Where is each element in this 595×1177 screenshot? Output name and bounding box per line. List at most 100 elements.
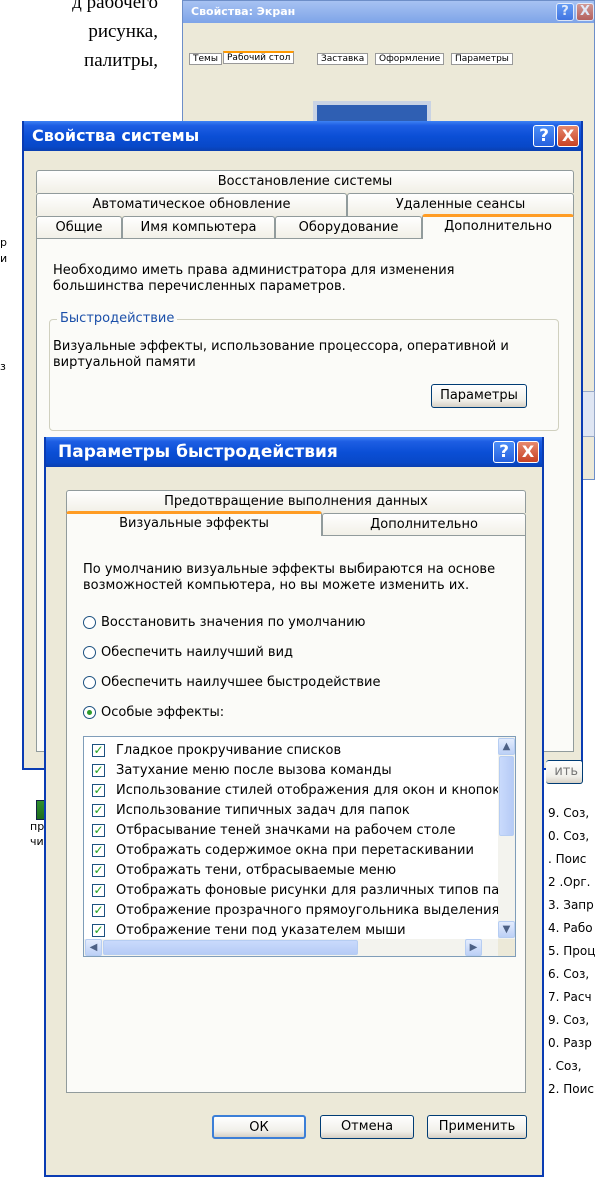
radio-label: Восстановить значения по умолчанию [101,615,366,630]
right-list-item: 5. Проц [548,944,595,958]
system-help-button[interactable]: ? [533,125,555,147]
screen-tab-appearance[interactable]: Оформление [375,53,445,65]
cancel-button[interactable]: Отмена [320,1115,414,1139]
effect-item[interactable]: ✓ Отображать фоновые рисунки для различн… [92,883,515,903]
doc-fragment-left-3: з [0,360,6,373]
effect-item[interactable]: ✓ Гладкое прокручивание списков [92,743,492,763]
ok-button[interactable]: ОК [212,1115,306,1139]
right-list-item: 2 .Орг. [548,875,591,889]
effect-item[interactable]: ✓ Отображать содержимое окна при перетас… [92,843,492,863]
tab-perf-advanced[interactable]: Дополнительно [322,513,526,536]
tab-remote-sessions[interactable]: Удаленные сеансы [347,193,574,216]
right-list-item: . Соз, [548,1059,582,1073]
screen-tab-settings[interactable]: Параметры [451,53,513,65]
right-list-item: 9. Соз, [548,806,590,820]
doc-right-list: 9. Соз, 0. Соз, . Поис 2 .Орг. 3. Запр 4… [548,802,595,1101]
radio-button[interactable] [83,616,96,629]
radio-button[interactable] [83,646,96,659]
effect-label: Отображать содержимое окна при перетаски… [116,843,474,858]
doc-line-3: палитры, [84,50,158,71]
system-close-button[interactable]: X [557,125,579,147]
radio-button-selected[interactable] [83,706,96,719]
radio-label: Обеспечить наилучший вид [101,645,294,660]
screen-tab-screensaver[interactable]: Заставка [317,53,369,65]
radio-label: Обеспечить наилучшее быстродействие [101,675,381,690]
effect-item[interactable]: ✓ Отображение прозрачного прямоугольника… [92,903,499,923]
right-list-item: . Поис [548,852,587,866]
vertical-scrollbar[interactable]: ▲ ▼ [498,737,515,939]
visual-effects-intro: По умолчанию визуальные эффекты выбирают… [83,562,496,593]
effect-checkbox[interactable]: ✓ [92,784,105,797]
effect-label: Использование типичных задач для папок [116,803,410,818]
right-list-item: 7. Расч [548,990,592,1004]
performance-options-titlebar: Параметры быстродействия [46,437,542,467]
effect-label: Отображение тени под указателем мыши [116,923,406,938]
tab-advanced[interactable]: Дополнительно [422,214,574,239]
performance-groupbox [49,319,559,431]
effect-checkbox[interactable]: ✓ [92,764,105,777]
effect-label: Отображать фоновые рисунки для различных… [116,883,516,898]
radio-option-best-performance[interactable]: Обеспечить наилучшее быстродействие [83,675,503,693]
scroll-left-button[interactable]: ◀ [85,939,102,956]
screen-tab-desktop[interactable]: Рабочий стол [223,51,295,64]
tab-computer-name[interactable]: Имя компьютера [122,216,275,239]
radio-option-custom[interactable]: Особые эффекты: [83,705,503,723]
effect-item[interactable]: ✓ Отбрасывание теней значками на рабочем… [92,823,492,843]
system-properties-title: Свойства системы [32,126,200,145]
screen-help-button[interactable]: ? [556,3,574,21]
horizontal-scrollbar[interactable]: ◀ ▶ [84,939,498,956]
radio-button[interactable] [83,676,96,689]
horizontal-scroll-thumb[interactable] [103,940,358,955]
scroll-up-button[interactable]: ▲ [498,738,515,755]
effect-checkbox[interactable]: ✓ [92,844,105,857]
radio-option-best-appearance[interactable]: Обеспечить наилучший вид [83,645,503,663]
right-list-item: 0. Соз, [548,829,590,843]
tab-hardware[interactable]: Оборудование [275,216,422,239]
effect-item[interactable]: ✓ Использование типичных задач для папок [92,803,492,823]
right-list-item: 0. Разр [548,1036,592,1050]
effect-checkbox[interactable]: ✓ [92,804,105,817]
right-list-item: 2. Поис [548,1082,595,1096]
tab-automatic-updates[interactable]: Автоматическое обновление [36,193,347,216]
tab-general[interactable]: Общие [36,216,122,239]
screen-tabs: Темы Рабочий стол Заставка Оформление Па… [189,51,549,69]
screen-properties-title: Свойства: Экран [191,5,296,18]
scroll-right-button[interactable]: ▶ [465,939,482,956]
right-list-item: 6. Соз, [548,967,590,981]
visual-effects-panel: По умолчанию визуальные эффекты выбирают… [66,535,526,1093]
performance-settings-button[interactable]: Параметры [431,384,527,408]
system-properties-titlebar: Свойства системы [24,121,581,151]
right-list-item: 3. Запр [548,898,594,912]
performance-help-button[interactable]: ? [493,441,515,463]
screen-apply-button-partial[interactable]: ить [546,760,583,784]
visual-effects-list[interactable]: ✓ Гладкое прокручивание списков ✓ Затуха… [83,736,516,957]
effect-label: Затухание меню после вызова команды [116,763,392,778]
effect-label: Отображать тени, отбрасываемые меню [116,863,397,878]
tab-system-restore[interactable]: Восстановление системы [36,170,574,193]
apply-button[interactable]: Применить [427,1115,527,1139]
performance-close-button[interactable]: X [517,441,539,463]
effect-item[interactable]: ✓ Затухание меню после вызова команды [92,763,492,783]
scroll-down-button[interactable]: ▼ [498,921,515,938]
tab-visual-effects[interactable]: Визуальные эффекты [66,511,322,536]
performance-description: Визуальные эффекты, использование процес… [53,339,509,370]
radio-option-default[interactable]: Восстановить значения по умолчанию [83,615,503,633]
effect-checkbox[interactable]: ✓ [92,824,105,837]
effect-label: Гладкое прокручивание списков [116,743,342,758]
effect-checkbox[interactable]: ✓ [92,884,105,897]
effect-checkbox[interactable]: ✓ [92,924,105,937]
performance-group-label: Быстродействие [57,311,178,326]
screen-close-button[interactable]: X [576,3,594,21]
doc-line-2: рисунка, [88,21,158,42]
effect-item[interactable]: ✓ Использование стилей отображения для о… [92,783,500,803]
effect-checkbox[interactable]: ✓ [92,744,105,757]
doc-fragment-left-1: р [0,236,7,249]
effect-checkbox[interactable]: ✓ [92,904,105,917]
effect-item[interactable]: ✓ Отображать тени, отбрасываемые меню [92,863,492,883]
performance-options-title: Параметры быстродействия [58,442,338,462]
radio-label: Особые эффекты: [101,705,225,720]
effect-checkbox[interactable]: ✓ [92,864,105,877]
scroll-thumb[interactable] [499,756,514,836]
tab-data-execution-prevention[interactable]: Предотвращение выполнения данных [66,490,526,513]
screen-tab-themes[interactable]: Темы [189,53,222,65]
